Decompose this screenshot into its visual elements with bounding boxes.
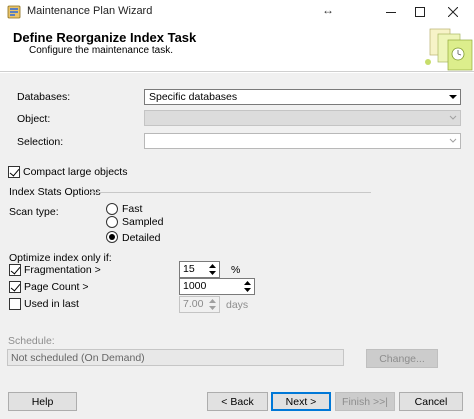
object-dropdown[interactable] [144, 110, 461, 126]
fragmentation-unit: % [231, 264, 241, 276]
scan-type-fast-label: Fast [122, 203, 143, 215]
close-icon [448, 7, 458, 17]
resize-cursor-icon: ↔ [322, 3, 334, 17]
change-schedule-button[interactable]: Change... [366, 349, 438, 368]
minimize-icon [386, 12, 396, 13]
schedule-field[interactable]: Not scheduled (On Demand) [7, 349, 344, 366]
page-subtitle: Configure the maintenance task. [29, 45, 173, 56]
close-button[interactable] [438, 0, 468, 24]
page-count-value: 1000 [183, 280, 207, 292]
spin-up-icon[interactable] [242, 280, 253, 286]
databases-value: Specific databases [149, 91, 238, 103]
back-button[interactable]: < Back [207, 392, 268, 411]
title-bar[interactable]: Maintenance Plan Wizard ↔ [0, 0, 474, 24]
scan-type-label: Scan type: [9, 206, 59, 218]
stepper-buttons[interactable] [207, 298, 218, 311]
schedule-label: Schedule: [8, 335, 55, 347]
spin-up-icon[interactable] [207, 263, 218, 269]
selection-dropdown[interactable] [144, 133, 461, 149]
minimize-button[interactable] [376, 0, 406, 24]
stepper-buttons[interactable] [242, 280, 253, 293]
finish-button[interactable]: Finish >>| [335, 392, 395, 411]
chevron-down-icon [448, 136, 458, 146]
stepper-buttons[interactable] [207, 263, 218, 276]
scan-type-sampled-label: Sampled [122, 216, 164, 228]
page-count-label: Page Count > [24, 281, 89, 293]
fragmentation-value: 15 [183, 263, 195, 275]
group-divider [90, 192, 371, 193]
optimize-label: Optimize index only if: [9, 252, 112, 264]
wizard-illustration-icon [420, 26, 474, 72]
chevron-down-icon [448, 113, 458, 123]
page-title: Define Reorganize Index Task [13, 30, 197, 45]
index-stats-group-label: Index Stats Options [9, 186, 101, 198]
scan-type-fast-radio[interactable] [106, 203, 118, 215]
fragmentation-label: Fragmentation > [24, 264, 101, 276]
fragmentation-checkbox[interactable] [9, 264, 21, 276]
scan-type-sampled-radio[interactable] [106, 216, 118, 228]
page-count-stepper[interactable]: 1000 [179, 278, 255, 295]
spin-down-icon[interactable] [207, 270, 218, 276]
used-in-last-unit: days [226, 299, 249, 311]
object-label: Object: [17, 113, 51, 125]
databases-label: Databases: [17, 91, 71, 103]
scan-type-detailed-label: Detailed [122, 232, 161, 244]
compact-large-objects-checkbox[interactable] [8, 166, 20, 178]
maximize-icon [415, 7, 425, 17]
next-button[interactable]: Next > [271, 392, 331, 411]
fragmentation-stepper[interactable]: 15 [179, 261, 220, 278]
used-in-last-checkbox[interactable] [9, 298, 21, 310]
spin-up-icon[interactable] [207, 298, 218, 304]
used-in-last-stepper[interactable]: 7.00 [179, 296, 220, 313]
spin-down-icon[interactable] [207, 305, 218, 311]
cancel-button[interactable]: Cancel [399, 392, 463, 411]
databases-dropdown[interactable]: Specific databases [144, 89, 461, 105]
help-button[interactable]: Help [8, 392, 77, 411]
maximize-button[interactable] [405, 0, 435, 24]
spin-down-icon[interactable] [242, 287, 253, 293]
page-count-checkbox[interactable] [9, 281, 21, 293]
app-icon [7, 5, 21, 19]
scan-type-detailed-radio[interactable] [106, 231, 118, 243]
selection-label: Selection: [17, 136, 64, 148]
used-in-last-value: 7.00 [183, 298, 204, 310]
compact-large-objects-label: Compact large objects [23, 166, 128, 178]
chevron-down-icon [448, 92, 458, 102]
used-in-last-label: Used in last [24, 298, 79, 310]
schedule-value: Not scheduled (On Demand) [11, 352, 145, 364]
window-title: Maintenance Plan Wizard [27, 5, 153, 17]
